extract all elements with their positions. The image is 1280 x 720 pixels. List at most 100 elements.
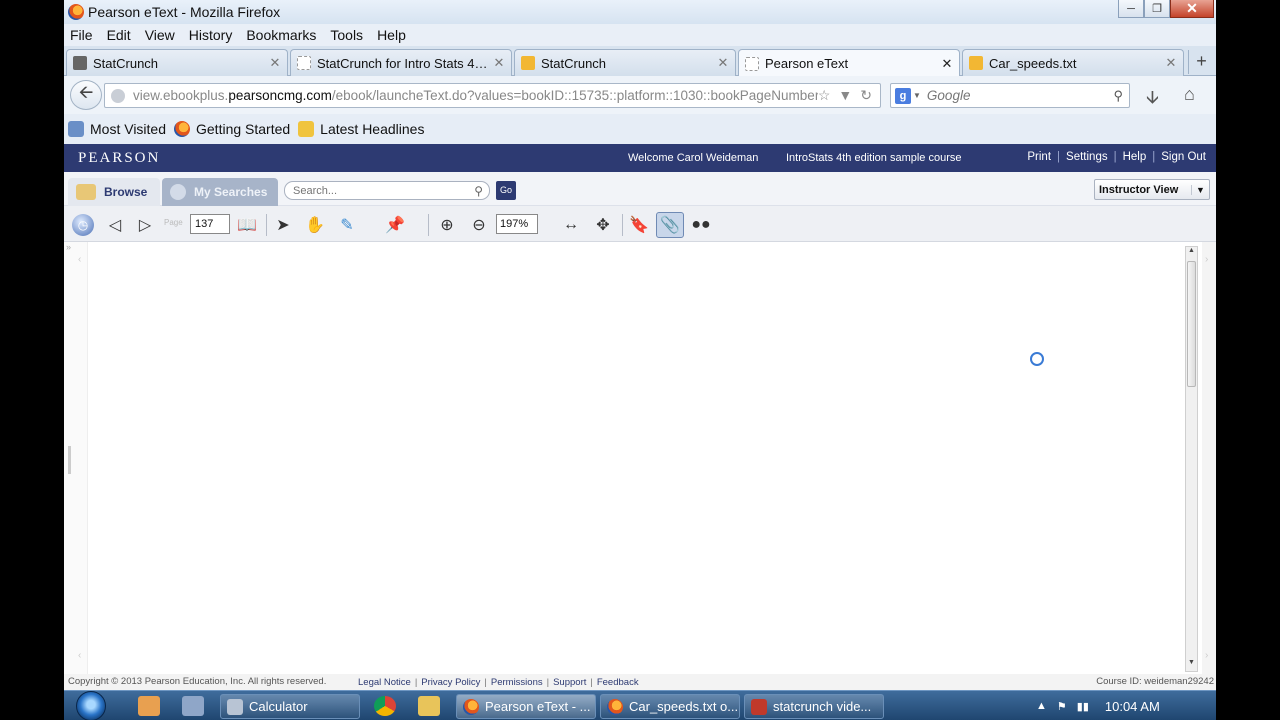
folder-icon[interactable]	[418, 696, 440, 716]
site-identity-icon[interactable]	[111, 88, 125, 103]
fit-page-icon[interactable]: ✥	[592, 214, 614, 236]
zoom-level-input[interactable]: 197%	[496, 214, 538, 234]
tab-browse[interactable]: Browse	[68, 178, 160, 206]
url-domain: pearsoncmg.com	[228, 88, 332, 103]
next-page-icon[interactable]: ▷	[134, 214, 156, 236]
menu-help[interactable]: Help	[377, 27, 406, 43]
scrollbar-thumb[interactable]	[1187, 261, 1196, 387]
url-bar[interactable]: view.ebookplus.pearsoncmg.com/ebook/laun…	[104, 83, 881, 108]
pen-tool-icon[interactable]	[182, 696, 204, 716]
privacy-policy-link[interactable]: Privacy Policy	[421, 677, 480, 688]
new-tab-button[interactable]: +	[1188, 50, 1214, 74]
tab-my-searches[interactable]: My Searches	[162, 178, 278, 206]
settings-link[interactable]: Settings	[1066, 151, 1108, 163]
back-button[interactable]: 🡨	[70, 80, 102, 110]
chrome-icon[interactable]	[374, 696, 396, 716]
web-search-bar[interactable]: g ▼ Google ⚲	[890, 83, 1130, 108]
magnifier-icon	[170, 184, 186, 200]
header-links: Print | Settings | Help | Sign Out	[1027, 151, 1206, 163]
close-tab-icon[interactable]: ✕	[491, 55, 507, 71]
panel-grip[interactable]	[68, 446, 71, 474]
reload-icon[interactable]: ↻	[860, 87, 872, 104]
book-content-area[interactable]: » ‹ ‹ ▲ ▼ › ›	[64, 242, 1216, 674]
bookmark-page-icon[interactable]: 🔖	[628, 214, 650, 236]
taskbar-statcrunch-video[interactable]: statcrunch vide...	[744, 694, 884, 719]
instructor-view-select[interactable]: Instructor View ▼	[1094, 179, 1210, 200]
show-hidden-icons-icon[interactable]: ▲	[1036, 700, 1047, 712]
taskbar-pearson-etext[interactable]: Pearson eText - ...	[456, 694, 596, 719]
previous-page-icon[interactable]: ◁	[104, 214, 126, 236]
menu-history[interactable]: History	[189, 27, 233, 43]
bookmark-label: Latest Headlines	[320, 121, 425, 137]
tab-statcrunch-2[interactable]: StatCrunch ✕	[514, 49, 736, 76]
home-icon[interactable]: ⌂	[1184, 84, 1195, 105]
zoom-in-icon[interactable]: ⊕	[436, 214, 458, 236]
close-window-button[interactable]: ✕	[1170, 0, 1214, 18]
bookmark-getting-started[interactable]: Getting Started	[174, 121, 290, 137]
help-link[interactable]: Help	[1123, 151, 1147, 163]
downloads-icon[interactable]: 🡫	[1146, 85, 1159, 115]
close-tab-icon[interactable]: ✕	[267, 55, 283, 71]
etext-search-field[interactable]: ⚲	[284, 181, 490, 200]
tab-statcrunch-1[interactable]: StatCrunch ✕	[66, 49, 288, 76]
google-icon[interactable]: g	[895, 87, 911, 104]
fit-width-icon[interactable]: ↔	[560, 214, 582, 236]
go-button[interactable]: Go	[496, 181, 516, 200]
audio-player-icon[interactable]: ●●	[690, 214, 712, 236]
hand-pan-icon[interactable]: ✋	[304, 214, 326, 236]
bookmark-most-visited[interactable]: Most Visited	[68, 121, 166, 137]
clock[interactable]: 10:04 AM	[1105, 699, 1160, 714]
search-icon[interactable]: ⚲	[1113, 88, 1123, 104]
history-dropdown-icon[interactable]: ▼	[838, 87, 852, 104]
start-button[interactable]	[76, 691, 106, 720]
right-panel-rail[interactable]: › ›	[1202, 242, 1216, 674]
statcrunch-favicon-icon	[969, 56, 983, 70]
sticky-note-pin-icon[interactable]: 📌	[384, 214, 406, 236]
media-player-icon[interactable]	[138, 696, 160, 716]
highlighter-icon[interactable]: ✎	[336, 214, 358, 236]
expand-panel-icon[interactable]: »	[66, 242, 71, 252]
select-pointer-icon[interactable]: ➤	[272, 214, 294, 236]
etext-search-input[interactable]	[293, 184, 475, 197]
close-tab-icon[interactable]: ✕	[715, 55, 731, 71]
tab-car-speeds[interactable]: Car_speeds.txt ✕	[962, 49, 1184, 76]
sign-out-link[interactable]: Sign Out	[1161, 151, 1206, 163]
zoom-out-icon[interactable]: ⊖	[468, 214, 490, 236]
feedback-link[interactable]: Feedback	[597, 677, 639, 688]
dropdown-arrow-icon[interactable]: ▼	[1191, 184, 1209, 195]
tab-statcrunch-intro-stats[interactable]: StatCrunch for Intro Stats 4e... ✕	[290, 49, 512, 76]
tab-pearson-etext[interactable]: Pearson eText ✕	[738, 49, 960, 77]
vertical-scrollbar[interactable]: ▲ ▼	[1185, 246, 1198, 672]
search-icon[interactable]: ⚲	[474, 184, 483, 198]
menu-view[interactable]: View	[145, 27, 175, 43]
scroll-up-icon[interactable]: ▲	[1186, 247, 1197, 259]
print-link[interactable]: Print	[1027, 151, 1051, 163]
network-icon[interactable]: ▮▮	[1077, 700, 1089, 713]
firefox-window: Pearson eText - Mozilla Firefox ─ ❐ ✕ Fi…	[64, 0, 1216, 720]
action-center-flag-icon[interactable]: ⚑	[1057, 700, 1067, 713]
scroll-down-icon[interactable]: ▼	[1186, 659, 1197, 671]
restore-button[interactable]: ❐	[1144, 0, 1170, 18]
page-number-input[interactable]: 137	[190, 214, 230, 234]
minimize-button[interactable]: ─	[1118, 0, 1144, 18]
url-text[interactable]: view.ebookplus.pearsoncmg.com/ebook/laun…	[133, 88, 818, 103]
bookmark-star-icon[interactable]: ☆	[818, 87, 831, 104]
bookmark-latest-headlines[interactable]: Latest Headlines	[298, 121, 424, 137]
menu-edit[interactable]: Edit	[107, 27, 131, 43]
link-tool-icon[interactable]: 📎	[656, 212, 684, 238]
menu-file[interactable]: File	[70, 27, 93, 43]
history-icon[interactable]: ◷	[72, 214, 94, 236]
left-panel-rail[interactable]: » ‹ ‹	[64, 242, 88, 674]
web-search-placeholder[interactable]: Google	[927, 88, 1114, 103]
taskbar-calculator[interactable]: Calculator	[220, 694, 360, 719]
close-tab-icon[interactable]: ✕	[1163, 55, 1179, 71]
two-page-view-icon[interactable]: 📖	[236, 214, 258, 236]
close-tab-icon[interactable]: ✕	[939, 56, 955, 72]
search-engine-dropdown-icon[interactable]: ▼	[913, 91, 921, 100]
legal-notice-link[interactable]: Legal Notice	[358, 677, 411, 688]
taskbar-car-speeds[interactable]: Car_speeds.txt o...	[600, 694, 740, 719]
menu-tools[interactable]: Tools	[330, 27, 363, 43]
permissions-link[interactable]: Permissions	[491, 677, 543, 688]
support-link[interactable]: Support	[553, 677, 586, 688]
menu-bookmarks[interactable]: Bookmarks	[246, 27, 316, 43]
